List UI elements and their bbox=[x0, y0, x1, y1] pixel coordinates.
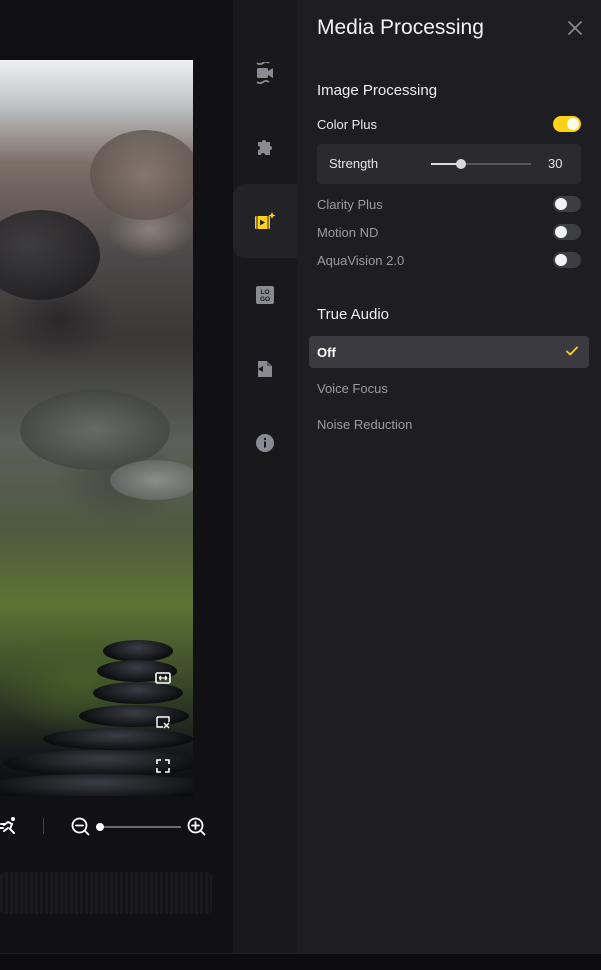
aquavision-toggle[interactable] bbox=[553, 252, 581, 268]
panel-title: Media Processing bbox=[317, 16, 484, 39]
media-processing-icon[interactable] bbox=[233, 184, 297, 258]
aquavision-label: AquaVision 2.0 bbox=[317, 253, 405, 268]
preview-area bbox=[0, 0, 233, 953]
zoom-out-icon[interactable] bbox=[71, 817, 91, 842]
audio-option-voice-focus[interactable]: Voice Focus bbox=[309, 372, 589, 404]
zoom-slider-track[interactable] bbox=[100, 826, 181, 828]
close-overlay-icon[interactable] bbox=[153, 712, 173, 732]
clarity-plus-toggle[interactable] bbox=[553, 196, 581, 212]
fit-width-icon[interactable] bbox=[153, 668, 173, 688]
check-icon bbox=[565, 344, 579, 363]
plugin-puzzle-icon[interactable] bbox=[233, 110, 297, 184]
zoom-slider-thumb[interactable] bbox=[96, 823, 104, 831]
strength-control: Strength 30 bbox=[317, 144, 581, 184]
clarity-plus-label: Clarity Plus bbox=[317, 197, 383, 212]
timeline-strip[interactable] bbox=[0, 872, 212, 914]
image-processing-title: Image Processing bbox=[317, 82, 438, 99]
divider bbox=[43, 818, 44, 834]
motion-nd-label: Motion ND bbox=[317, 225, 379, 240]
fullscreen-icon[interactable] bbox=[153, 756, 173, 776]
status-bar bbox=[0, 953, 601, 970]
zoom-in-icon[interactable] bbox=[187, 817, 207, 842]
toggle-knob bbox=[555, 254, 567, 266]
toggle-knob bbox=[555, 198, 567, 210]
audio-option-label: Voice Focus bbox=[317, 381, 388, 396]
icon-rail: LO GO bbox=[233, 0, 297, 953]
info-icon[interactable] bbox=[233, 406, 297, 480]
audio-option-label: Off bbox=[317, 345, 336, 360]
strength-value: 30 bbox=[548, 156, 563, 171]
svg-text:LO: LO bbox=[260, 289, 269, 296]
video-stabilize-icon[interactable] bbox=[233, 36, 297, 110]
running-speed-icon[interactable] bbox=[0, 816, 20, 841]
zoom-controls bbox=[0, 812, 233, 842]
strength-label: Strength bbox=[329, 156, 379, 171]
close-icon[interactable] bbox=[565, 18, 585, 38]
audio-option-label: Noise Reduction bbox=[317, 417, 413, 432]
audio-option-noise-reduction[interactable]: Noise Reduction bbox=[309, 408, 589, 440]
media-processing-panel: Media Processing Image Processing Color … bbox=[297, 0, 601, 953]
video-preview[interactable] bbox=[0, 60, 193, 796]
toggle-knob bbox=[555, 226, 567, 238]
motion-nd-toggle[interactable] bbox=[553, 224, 581, 240]
strength-slider-thumb[interactable] bbox=[456, 159, 466, 169]
audio-option-off[interactable]: Off bbox=[309, 336, 589, 368]
toggle-knob bbox=[567, 118, 579, 130]
color-plus-label: Color Plus bbox=[317, 117, 377, 132]
color-plus-toggle[interactable] bbox=[553, 116, 581, 132]
true-audio-title: True Audio bbox=[317, 306, 389, 323]
logo-icon[interactable]: LO GO bbox=[233, 258, 297, 332]
svg-text:GO: GO bbox=[260, 296, 270, 303]
strength-slider-track[interactable] bbox=[431, 159, 531, 169]
export-file-icon[interactable] bbox=[233, 332, 297, 406]
